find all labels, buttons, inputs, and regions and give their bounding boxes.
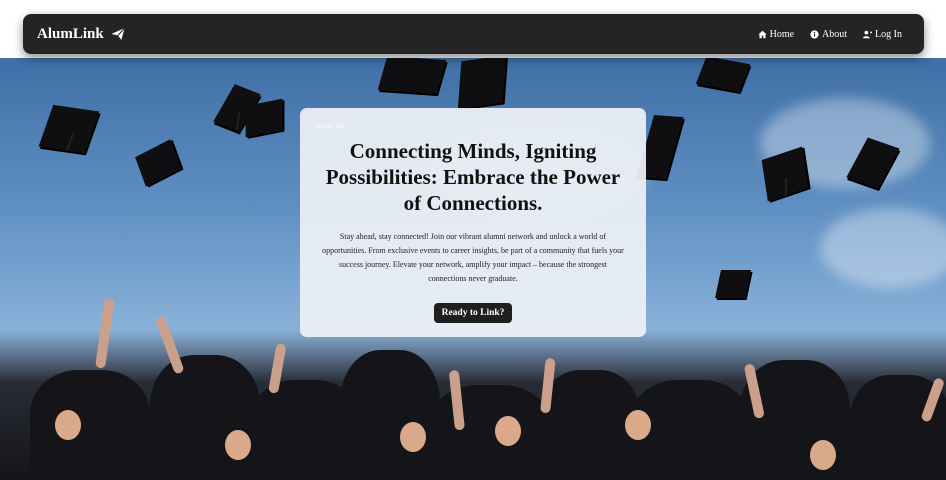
graduation-cap [846, 137, 900, 189]
graduate-gown [430, 385, 550, 480]
info-circle-icon [810, 29, 819, 39]
user-login-icon [863, 30, 873, 38]
nav-home[interactable]: Home [757, 28, 795, 40]
graduation-cap [761, 146, 809, 202]
nav-about[interactable]: About [810, 29, 847, 40]
hero-title: Connecting Minds, Igniting Possibilities… [325, 139, 621, 215]
graduate-gown [30, 370, 150, 480]
home-icon [757, 30, 767, 38]
graduation-cap [38, 104, 100, 154]
graduate-face [400, 422, 426, 452]
graduate-face [55, 410, 81, 440]
navbar: AlumLink Home About Log In [23, 14, 924, 54]
graduation-cap [636, 115, 684, 179]
brand-logo[interactable]: AlumLink [37, 26, 126, 43]
brand-name: AlumLink [37, 25, 104, 42]
graduation-cap [135, 139, 181, 187]
hero-card: AlumLink Connecting Minds, Igniting Poss… [300, 108, 646, 337]
graduate-face [810, 440, 836, 470]
paper-plane-icon [111, 27, 125, 40]
graduate-gown [150, 355, 260, 480]
graduate-face [625, 410, 651, 440]
graduation-cap [245, 98, 283, 138]
ready-to-link-button[interactable]: Ready to Link? [433, 303, 513, 323]
graduation-cap [715, 270, 751, 298]
graduates-crowd [0, 330, 946, 480]
nav-login[interactable]: Log In [863, 29, 902, 40]
nav-about-label: About [822, 28, 848, 40]
hero-description: Stay ahead, stay connected! Join our vib… [322, 232, 624, 283]
cloud [820, 208, 946, 288]
graduate-gown [340, 350, 440, 480]
nav-home-label: Home [769, 28, 795, 40]
graduate-face [225, 430, 251, 460]
card-watermark: AlumLink [315, 122, 345, 130]
nav-menu: Home About Log In [757, 28, 902, 40]
nav-login-label: Log In [875, 28, 902, 40]
graduation-cap [695, 58, 751, 92]
graduation-cap [377, 58, 447, 95]
graduate-face [495, 416, 521, 446]
graduation-cap [457, 58, 507, 109]
